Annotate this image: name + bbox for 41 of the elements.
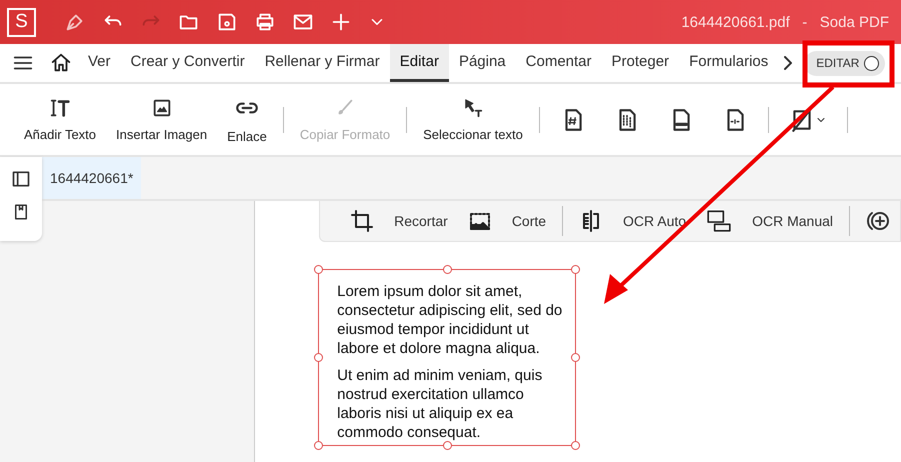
menu-tab[interactable]: Editar [390,44,449,82]
menu-tab[interactable]: Página [448,44,516,82]
ribbon-button[interactable]: Insertar Imagen [106,97,218,142]
chevron-right-icon [784,56,792,70]
resize-handle[interactable] [314,265,324,274]
document-tab[interactable]: 1644420661* [42,157,142,199]
resize-handle[interactable] [314,353,324,362]
paragraph: Ut enim ad minim veniam, quis nostrud exercitation ullamco laboris nisi ut aliquip ex ea commodo consequat. [337,366,544,442]
toolbar-button[interactable]: OCR Manual [696,208,843,234]
ribbon-button[interactable]: Seleccionar texto [413,97,533,142]
app-logo: S [7,8,36,36]
sidebar-icon [11,169,31,189]
home-icon [50,52,72,74]
menu-tab[interactable]: Ver [78,44,121,82]
menu-tab[interactable]: Formularios [679,44,778,82]
toolbar-button[interactable]: OCR Auto [569,209,696,233]
add-circle-icon [866,209,890,233]
resize-handle[interactable] [571,265,580,274]
save-icon [216,11,238,33]
menu-tab[interactable]: Rellenar y Firmar [254,44,390,82]
resize-handle[interactable] [571,353,580,362]
paragraph: Lorem ipsum dolor sit amet, consectetur adipiscing elit, sed do eiusmod tempor incididunt ut labore et dolore magna aliqua. [337,282,564,358]
crop-icon [350,209,374,233]
add-icon [330,11,352,33]
ribbon-button[interactable]: Enlace [217,95,277,144]
resize-handle[interactable] [442,265,452,274]
resize-handle[interactable] [314,441,324,450]
ocr-select-icon [706,208,732,234]
menu-tab[interactable]: Proteger [602,44,680,82]
ribbon-button[interactable]: Añadir Texto [14,97,106,142]
print-icon [254,11,276,33]
resize-handle[interactable] [442,441,452,450]
menu-tab[interactable]: Comentar [516,44,602,82]
text-tool-icon [49,97,72,119]
bookmark-icon [12,203,30,221]
resize-handle[interactable] [571,441,580,450]
menu-tab[interactable]: Crear y Convertir [120,44,255,82]
toolbar-button[interactable]: Recortar [340,209,458,233]
toolbar-button[interactable]: Corte [458,209,556,233]
window-title: 1644420661.pdf - Soda PDF [681,14,889,30]
cursor-icon [462,97,484,119]
